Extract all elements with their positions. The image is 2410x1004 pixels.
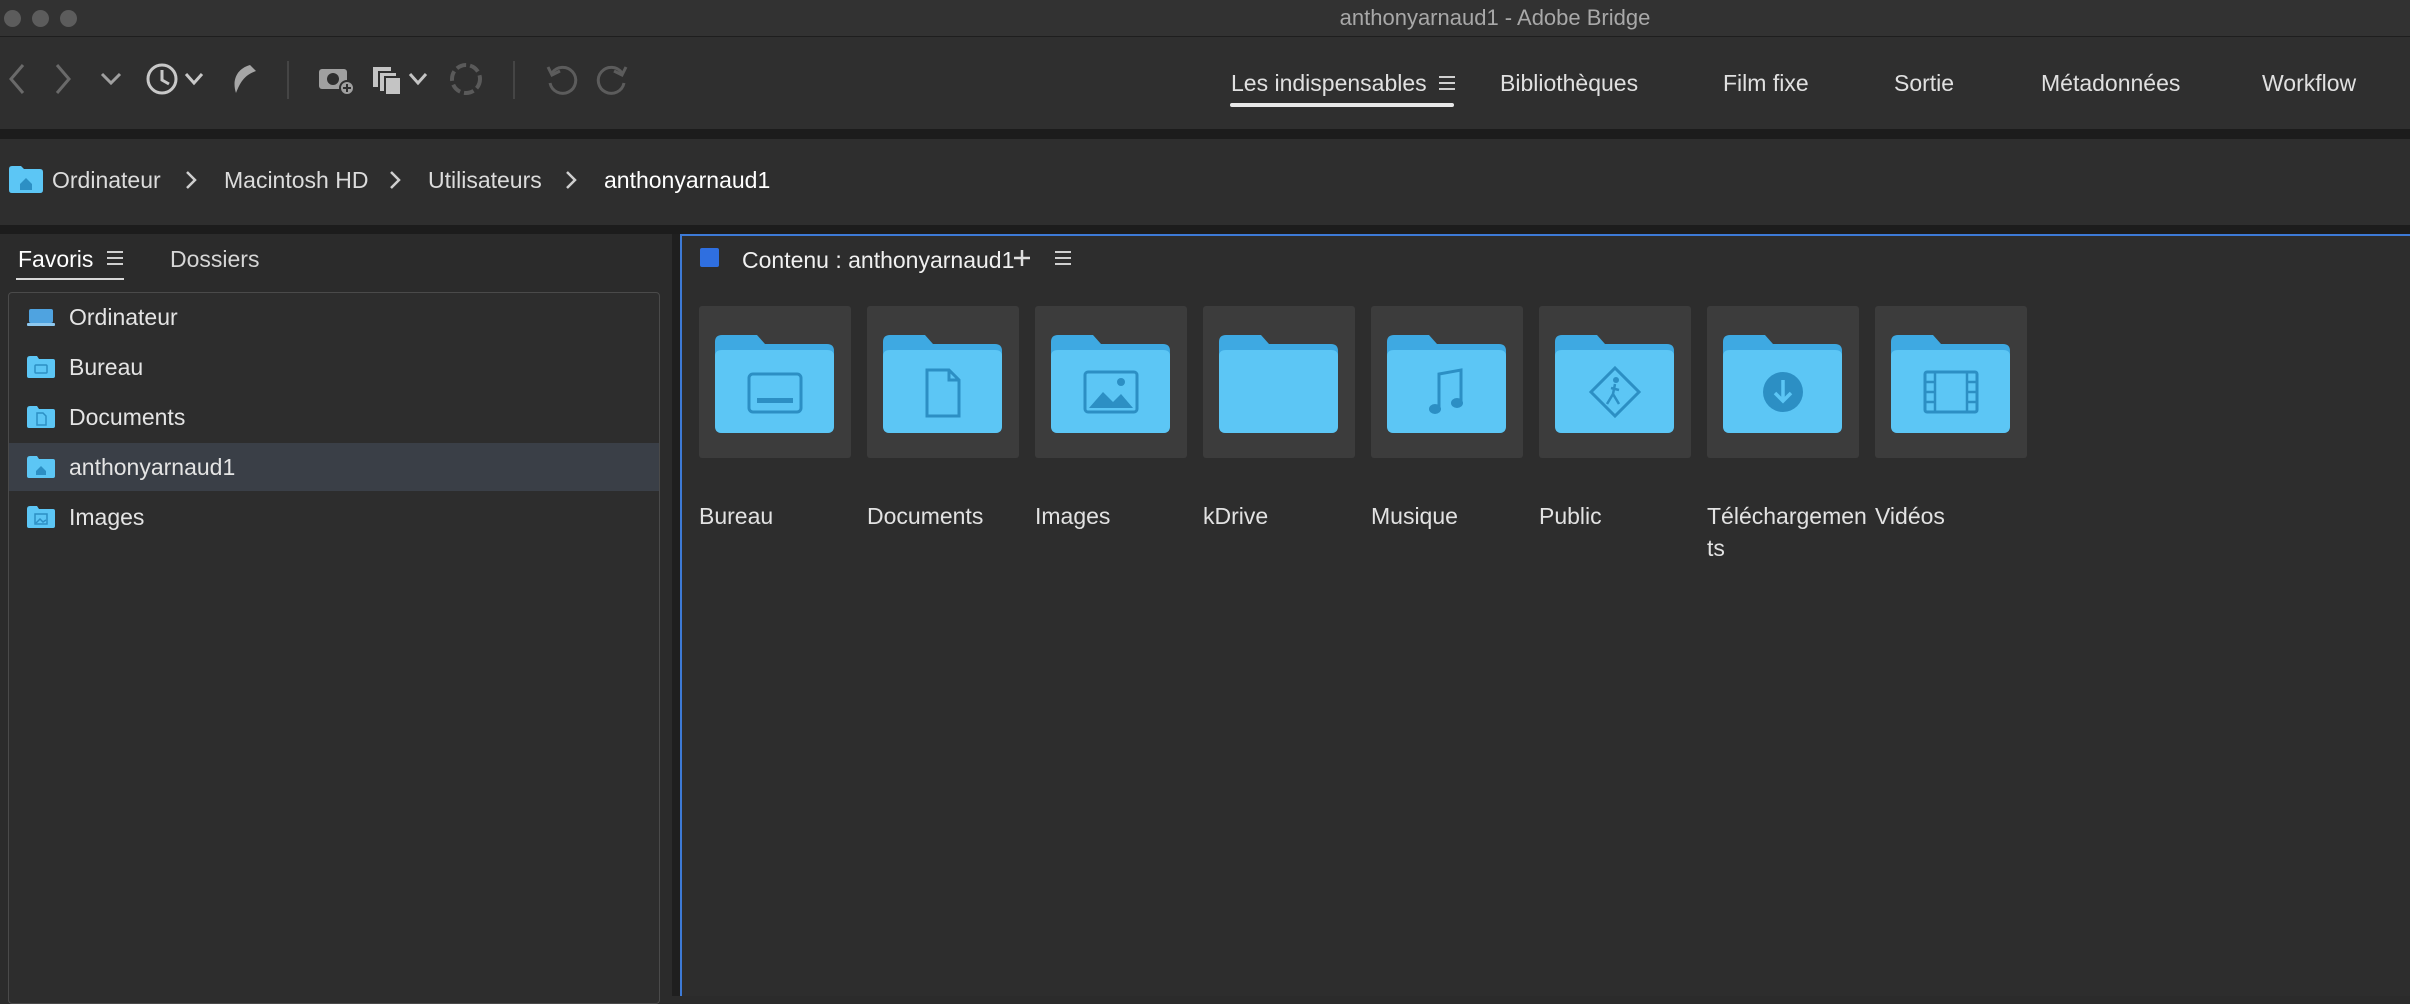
content-panel: Contenu : anthonyarnaud1 Bureau Document… [680, 234, 2410, 996]
hamburger-icon [107, 251, 123, 265]
thumbnail-bureau[interactable] [699, 306, 851, 458]
chevron-right-icon [564, 167, 578, 198]
breadcrumb-macintosh-hd[interactable]: Macintosh HD [224, 167, 368, 194]
favorite-images[interactable]: Images [9, 493, 659, 541]
rotate-left-button[interactable] [540, 59, 584, 99]
panel-splitter[interactable] [672, 234, 680, 996]
favorite-label: Ordinateur [69, 304, 178, 330]
item-label: Public [1539, 503, 1602, 529]
favorite-label: anthonyarnaud1 [69, 454, 236, 480]
favorite-label: Documents [69, 404, 186, 430]
folder-desktop-icon [26, 354, 56, 385]
folder-home-icon [26, 454, 56, 485]
back-button[interactable] [2, 59, 32, 99]
panel-color-icon [700, 248, 719, 267]
favorite-anthonyarnaud1[interactable]: anthonyarnaud1 [9, 443, 659, 491]
rotate-left-icon [548, 65, 578, 95]
item-label: Documents [867, 503, 984, 529]
thumbnail-videos[interactable] [1875, 306, 2027, 458]
content-header: Contenu : anthonyarnaud1 [682, 236, 2410, 282]
window-title: anthonyarnaud1 - Adobe Bridge [1339, 5, 1651, 30]
favorite-label: Bureau [69, 354, 144, 380]
hamburger-icon [1055, 251, 1071, 265]
history-button[interactable] [142, 59, 208, 99]
folder-public-icon [1555, 335, 1674, 433]
folder-documents-icon [883, 335, 1002, 433]
favorite-label: Images [69, 504, 145, 530]
item-label: Musique [1371, 503, 1458, 529]
folder-downloads-icon [1723, 335, 1842, 433]
active-tab-indicator [16, 278, 124, 280]
workspace-les-indispensables[interactable]: Les indispensables [1231, 70, 1427, 97]
folder-icon [1219, 335, 1338, 433]
active-workspace-indicator [1230, 103, 1454, 107]
add-tab-button[interactable] [1012, 248, 1032, 273]
title-bar: anthonyarnaud1 - Adobe Bridge [0, 0, 2410, 37]
open-in-camera-raw-button[interactable] [446, 59, 486, 99]
favorite-bureau[interactable]: Bureau [9, 343, 659, 391]
content-menu-button[interactable] [1054, 250, 1072, 271]
folder-desktop-icon [715, 335, 834, 433]
item-label: Bureau [699, 503, 774, 529]
folder-images-icon [1051, 335, 1170, 433]
copy-icon [384, 76, 402, 96]
workspace-bibliotheques[interactable]: Bibliothèques [1500, 70, 1638, 97]
thumbnail-public[interactable] [1539, 306, 1691, 458]
workspace-film-fixe[interactable]: Film fixe [1723, 70, 1809, 97]
breadcrumb: Ordinateur Macintosh HD Utilisateurs ant… [0, 139, 2410, 225]
thumbnail-documents[interactable] [867, 306, 1019, 458]
thumbnail-telechargements[interactable] [1707, 306, 1859, 458]
aperture-icon [450, 63, 482, 95]
rotate-right-icon [596, 65, 626, 95]
item-label: kDrive [1203, 503, 1269, 529]
forward-button[interactable] [48, 59, 78, 99]
favorite-ordinateur[interactable]: Ordinateur [9, 293, 659, 341]
breadcrumb-ordinateur[interactable]: Ordinateur [52, 167, 161, 194]
hamburger-icon [1439, 76, 1455, 90]
breadcrumb-anthonyarnaud1[interactable]: anthonyarnaud1 [604, 167, 770, 194]
workspace-workflow[interactable]: Workflow [2262, 70, 2356, 97]
tab-dossiers[interactable]: Dossiers [170, 246, 259, 273]
toolbar-divider [0, 129, 2410, 139]
favorite-documents[interactable]: Documents [9, 393, 659, 441]
workspace-sortie[interactable]: Sortie [1894, 70, 1954, 97]
folder-documents-icon [26, 404, 56, 435]
rotate-right-button[interactable] [590, 59, 634, 99]
plus-icon [1014, 250, 1030, 266]
panel-menu-button[interactable] [106, 250, 124, 271]
workspace-metadonnees[interactable]: Métadonnées [2041, 70, 2180, 97]
folder-images-icon [26, 504, 56, 535]
get-photos-from-camera-button[interactable] [316, 59, 356, 99]
pathbar-divider [0, 225, 2410, 234]
tab-favoris[interactable]: Favoris [18, 246, 93, 273]
recent-folders-dropdown[interactable] [98, 59, 124, 99]
item-label: Téléchargements [1707, 503, 1867, 561]
content-title: Contenu : anthonyarnaud1 [742, 247, 1015, 273]
favorites-panel: Favoris Dossiers Ordinateur Bureau Docum… [0, 234, 672, 1004]
thumbnail-images[interactable] [1035, 306, 1187, 458]
computer-icon [26, 304, 56, 335]
toolbar: Les indispensables Bibliothèques Film fi… [0, 37, 2410, 129]
item-label: Vidéos [1875, 503, 1945, 529]
thumbnail-kdrive[interactable] [1203, 306, 1355, 458]
thumbnail-musique[interactable] [1371, 306, 1523, 458]
folder-videos-icon [1891, 335, 2010, 433]
breadcrumb-utilisateurs[interactable]: Utilisateurs [428, 167, 542, 194]
boomerang-icon [234, 65, 256, 93]
folder-music-icon [1387, 335, 1506, 433]
refine-dropdown-button[interactable] [370, 59, 432, 99]
home-folder-icon [8, 164, 44, 199]
chevron-right-icon [388, 167, 402, 198]
workspace-menu-button[interactable] [1436, 71, 1458, 95]
boomerang-button[interactable] [226, 59, 260, 99]
chevron-right-icon [184, 167, 198, 198]
item-label: Images [1035, 503, 1111, 529]
favorites-list: Ordinateur Bureau Documents anthonyarnau… [8, 292, 660, 1004]
